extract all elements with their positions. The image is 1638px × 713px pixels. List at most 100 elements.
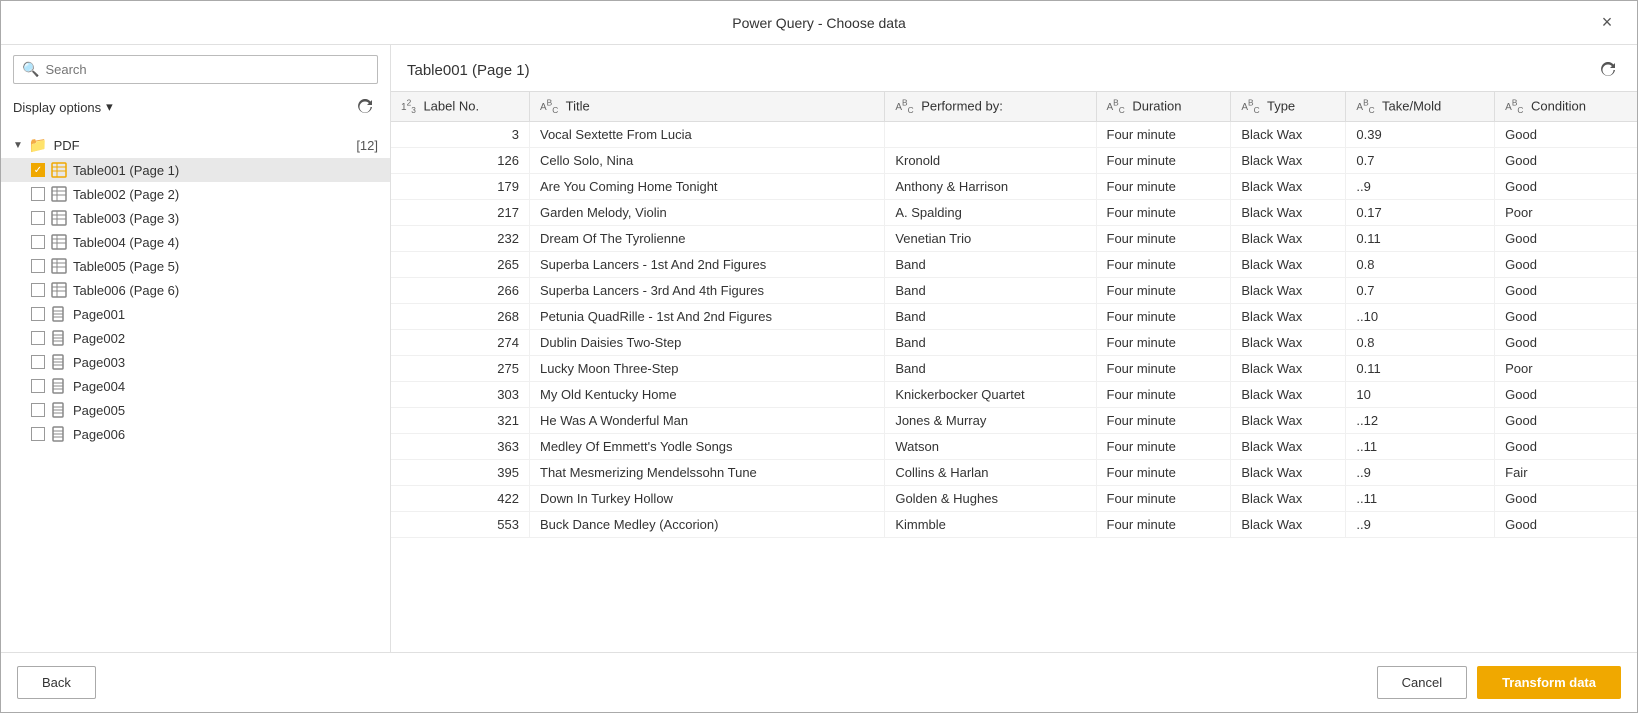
- checkbox-page001[interactable]: [31, 307, 45, 321]
- checkbox-page005[interactable]: [31, 403, 45, 417]
- tree-item-table003[interactable]: Table003 (Page 3): [1, 206, 390, 230]
- tree-item-label: Table002 (Page 2): [73, 187, 378, 202]
- cell-condition: Fair: [1495, 460, 1637, 486]
- checkbox-page003[interactable]: [31, 355, 45, 369]
- cell-take-mold: ..12: [1346, 408, 1495, 434]
- display-options-toggle[interactable]: Display options ▾: [13, 99, 113, 115]
- table-row[interactable]: 553 Buck Dance Medley (Accorion) Kimmble…: [391, 512, 1637, 538]
- tree-item-page005[interactable]: Page005: [1, 398, 390, 422]
- table-row[interactable]: 179 Are You Coming Home Tonight Anthony …: [391, 174, 1637, 200]
- table-title-bar: Table001 (Page 1): [391, 45, 1637, 91]
- cell-condition: Poor: [1495, 356, 1637, 382]
- chevron-down-icon: ▾: [106, 99, 113, 115]
- data-table: 123 Label No. ABC Title ABC Performed by…: [391, 92, 1637, 538]
- col-header-type[interactable]: ABC Type: [1231, 92, 1346, 122]
- cell-duration: Four minute: [1096, 382, 1231, 408]
- left-panel: 🔍 Display options ▾ ▼: [1, 45, 391, 652]
- table-row[interactable]: 321 He Was A Wonderful Man Jones & Murra…: [391, 408, 1637, 434]
- checkbox-table006[interactable]: [31, 283, 45, 297]
- table-row[interactable]: 303 My Old Kentucky Home Knickerbocker Q…: [391, 382, 1637, 408]
- tree-folder-pdf[interactable]: ▼ 📁 PDF [12]: [1, 132, 390, 158]
- cell-type: Black Wax: [1231, 226, 1346, 252]
- cell-title: Superba Lancers - 3rd And 4th Figures: [530, 278, 885, 304]
- search-input[interactable]: [45, 62, 369, 77]
- checkbox-table003[interactable]: [31, 211, 45, 225]
- table-row[interactable]: 395 That Mesmerizing Mendelssohn Tune Co…: [391, 460, 1637, 486]
- cell-type: Black Wax: [1231, 382, 1346, 408]
- back-button[interactable]: Back: [17, 666, 96, 699]
- tree-item-table001[interactable]: Table001 (Page 1): [1, 158, 390, 182]
- bottom-bar: Back Cancel Transform data: [1, 652, 1637, 712]
- tree-item-table006[interactable]: Table006 (Page 6): [1, 278, 390, 302]
- table-row[interactable]: 232 Dream Of The Tyrolienne Venetian Tri…: [391, 226, 1637, 252]
- table-container[interactable]: 123 Label No. ABC Title ABC Performed by…: [391, 91, 1637, 652]
- col-header-take-mold[interactable]: ABC Take/Mold: [1346, 92, 1495, 122]
- table-row[interactable]: 217 Garden Melody, Violin A. Spalding Fo…: [391, 200, 1637, 226]
- page-icon: [51, 354, 67, 370]
- cell-type: Black Wax: [1231, 122, 1346, 148]
- tree-item-page001[interactable]: Page001: [1, 302, 390, 326]
- tree-item-page002[interactable]: Page002: [1, 326, 390, 350]
- cell-take-mold: ..9: [1346, 174, 1495, 200]
- table-row[interactable]: 275 Lucky Moon Three-Step Band Four minu…: [391, 356, 1637, 382]
- tree-item-table004[interactable]: Table004 (Page 4): [1, 230, 390, 254]
- cell-duration: Four minute: [1096, 122, 1231, 148]
- cell-condition: Good: [1495, 304, 1637, 330]
- checkbox-page004[interactable]: [31, 379, 45, 393]
- col-header-performed-by[interactable]: ABC Performed by:: [885, 92, 1096, 122]
- table-row[interactable]: 265 Superba Lancers - 1st And 2nd Figure…: [391, 252, 1637, 278]
- cell-condition: Good: [1495, 174, 1637, 200]
- page-icon: [51, 426, 67, 442]
- cell-duration: Four minute: [1096, 512, 1231, 538]
- cell-label-no: 265: [391, 252, 530, 278]
- table-row[interactable]: 268 Petunia QuadRille - 1st And 2nd Figu…: [391, 304, 1637, 330]
- cell-take-mold: ..9: [1346, 512, 1495, 538]
- page-icon: [51, 378, 67, 394]
- cell-title: Dream Of The Tyrolienne: [530, 226, 885, 252]
- col-header-title[interactable]: ABC Title: [530, 92, 885, 122]
- table-row[interactable]: 266 Superba Lancers - 3rd And 4th Figure…: [391, 278, 1637, 304]
- left-panel-refresh-button[interactable]: [352, 94, 378, 120]
- tree-item-page003[interactable]: Page003: [1, 350, 390, 374]
- tree-item-page006[interactable]: Page006: [1, 422, 390, 446]
- table-row[interactable]: 3 Vocal Sextette From Lucia Four minute …: [391, 122, 1637, 148]
- checkbox-table002[interactable]: [31, 187, 45, 201]
- cell-condition: Good: [1495, 252, 1637, 278]
- col-header-label-no[interactable]: 123 Label No.: [391, 92, 530, 122]
- tree-item-table002[interactable]: Table002 (Page 2): [1, 182, 390, 206]
- checkbox-table004[interactable]: [31, 235, 45, 249]
- cell-label-no: 395: [391, 460, 530, 486]
- close-button[interactable]: ×: [1595, 11, 1619, 35]
- folder-icon: 📁: [29, 136, 48, 154]
- content-area: 🔍 Display options ▾ ▼: [1, 45, 1637, 652]
- cell-performed-by: Band: [885, 330, 1096, 356]
- cell-title: Are You Coming Home Tonight: [530, 174, 885, 200]
- col-header-duration[interactable]: ABC Duration: [1096, 92, 1231, 122]
- checkbox-table001[interactable]: [31, 163, 45, 177]
- search-box: 🔍: [13, 55, 378, 84]
- table-row[interactable]: 126 Cello Solo, Nina Kronold Four minute…: [391, 148, 1637, 174]
- cancel-button[interactable]: Cancel: [1377, 666, 1467, 699]
- tree-item-page004[interactable]: Page004: [1, 374, 390, 398]
- cell-label-no: 275: [391, 356, 530, 382]
- table-icon: [51, 234, 67, 250]
- table-row[interactable]: 363 Medley Of Emmett's Yodle Songs Watso…: [391, 434, 1637, 460]
- cell-title: Dublin Daisies Two-Step: [530, 330, 885, 356]
- page-icon: [51, 402, 67, 418]
- transform-data-button[interactable]: Transform data: [1477, 666, 1621, 699]
- checkbox-page006[interactable]: [31, 427, 45, 441]
- right-panel: Table001 (Page 1) 123 Label No.: [391, 45, 1637, 652]
- table-row[interactable]: 422 Down In Turkey Hollow Golden & Hughe…: [391, 486, 1637, 512]
- cell-condition: Good: [1495, 382, 1637, 408]
- cell-condition: Poor: [1495, 200, 1637, 226]
- checkbox-table005[interactable]: [31, 259, 45, 273]
- cell-label-no: 126: [391, 148, 530, 174]
- page-icon: [51, 330, 67, 346]
- col-header-condition[interactable]: ABC Condition: [1495, 92, 1637, 122]
- cell-performed-by: Band: [885, 304, 1096, 330]
- table-row[interactable]: 274 Dublin Daisies Two-Step Band Four mi…: [391, 330, 1637, 356]
- cell-take-mold: 0.7: [1346, 278, 1495, 304]
- table-refresh-button[interactable]: [1595, 57, 1621, 83]
- checkbox-page002[interactable]: [31, 331, 45, 345]
- tree-item-table005[interactable]: Table005 (Page 5): [1, 254, 390, 278]
